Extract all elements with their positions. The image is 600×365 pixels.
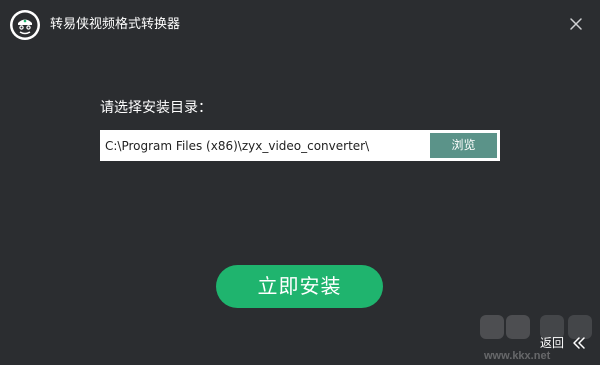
back-link[interactable]: 返回 bbox=[540, 334, 564, 352]
double-chevron-left-icon[interactable] bbox=[572, 336, 586, 350]
install-dir-label: 请选择安装目录： bbox=[100, 100, 212, 116]
install-path-box: 浏览 bbox=[100, 130, 500, 161]
install-path-input[interactable] bbox=[100, 130, 428, 161]
browse-button[interactable]: 浏览 bbox=[430, 133, 497, 158]
close-icon[interactable] bbox=[567, 15, 585, 33]
install-now-button[interactable]: 立即安装 bbox=[216, 265, 383, 308]
app-logo-icon bbox=[10, 10, 40, 40]
installer-window: 转易侠视频格式转换器 请选择安装目录： 浏览 立即安装 www.kkx.net … bbox=[0, 0, 600, 365]
app-title: 转易侠视频格式转换器 bbox=[50, 17, 181, 32]
